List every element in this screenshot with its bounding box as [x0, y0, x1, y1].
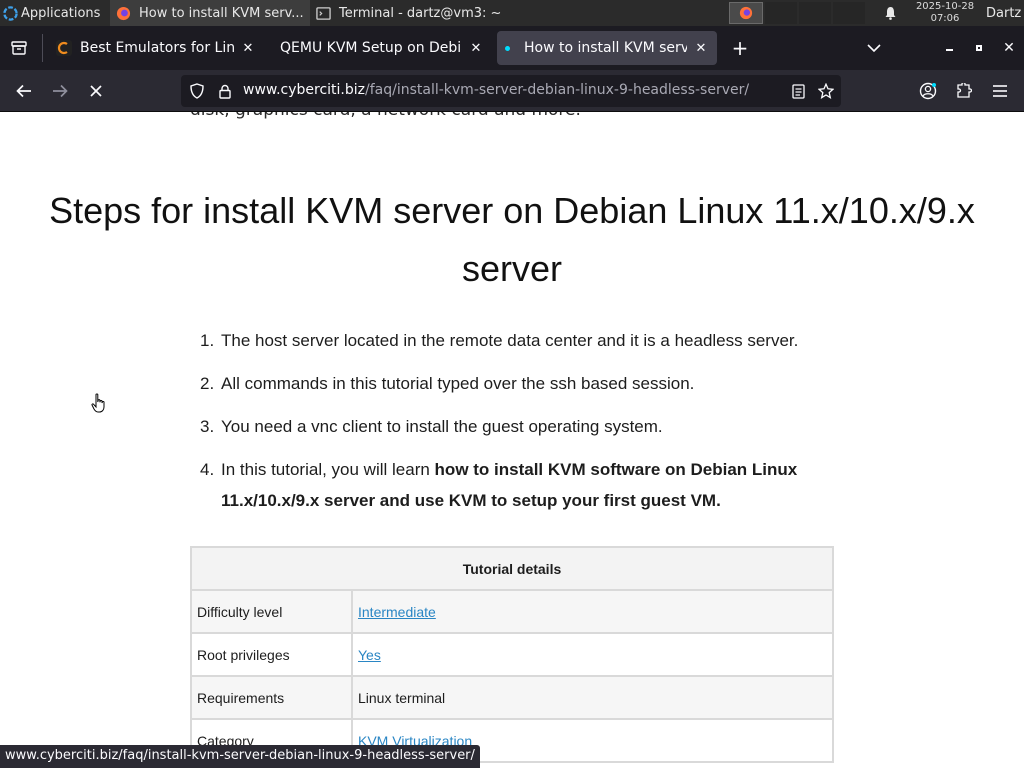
table-row: Requirements Linux terminal	[190, 675, 834, 720]
table-cell-value: Yes	[351, 632, 834, 677]
tab-label: How to install KVM server	[524, 40, 687, 56]
xfce-logo-icon	[3, 5, 18, 21]
section-heading: Steps for install KVM server on Debian L…	[49, 190, 975, 289]
hamburger-menu-icon[interactable]	[984, 75, 1016, 107]
task-label: How to install KVM serv...	[139, 5, 304, 21]
tab-how-to-install-kvm[interactable]: How to install KVM server ✕	[497, 31, 717, 65]
link-status-overlay: www.cyberciti.biz/faq/install-kvm-server…	[0, 745, 480, 768]
url-text[interactable]: www.cyberciti.biz/faq/install-kvm-server…	[243, 82, 749, 98]
tab-close-icon[interactable]: ✕	[693, 41, 709, 56]
applications-menu[interactable]: Applications ⋮	[3, 0, 118, 26]
tab-divider	[42, 34, 43, 62]
back-arrow-icon[interactable]	[8, 75, 40, 107]
task-label: Terminal - dartz@vm3: ~	[339, 5, 502, 21]
table-header: Tutorial details	[190, 546, 834, 591]
list-all-tabs-chevron-down-icon[interactable]	[860, 34, 888, 62]
maximize-icon[interactable]	[964, 26, 994, 70]
clock-date: 2025-10-28	[915, 1, 975, 12]
list-item-number: 3.	[200, 417, 215, 436]
stop-loading-icon[interactable]	[80, 75, 112, 107]
tab-close-icon[interactable]: ✕	[240, 41, 256, 56]
desktop-panel: Applications ⋮ How to install KVM serv..…	[0, 0, 1024, 26]
workspace-2[interactable]	[765, 2, 797, 24]
tracking-protection-shield-icon[interactable]	[187, 81, 207, 101]
user-menu[interactable]: Dartz	[986, 0, 1021, 26]
table-cell-label: Root privileges	[190, 632, 353, 677]
list-item-text: All commands in this tutorial typed over…	[221, 374, 695, 393]
bookmark-star-icon[interactable]	[816, 81, 836, 101]
lock-icon[interactable]	[215, 81, 235, 101]
tutorial-details-table: Tutorial details Difficulty level Interm…	[190, 546, 834, 763]
table-row: Difficulty level Intermediate	[190, 589, 834, 634]
task-terminal[interactable]: Terminal - dartz@vm3: ~	[310, 0, 510, 26]
web-page-content: disk, graphics card, a network card and …	[0, 112, 1024, 768]
table-cell-value: Linux terminal	[351, 675, 834, 720]
notification-bell-icon[interactable]	[881, 0, 899, 26]
tab-label: QEMU KVM Setup on Debian	[280, 40, 462, 56]
tab-strip: Best Emulators for Linux ✕ QEMU KVM Setu…	[0, 26, 1024, 70]
clock[interactable]: 2025-10-28 07:06	[907, 1, 983, 25]
list-item: 2. All commands in this tutorial typed o…	[200, 368, 840, 399]
difficulty-level-link[interactable]: Intermediate	[358, 604, 436, 620]
loading-dot-icon	[505, 45, 510, 51]
firefox-view-icon[interactable]	[8, 37, 30, 59]
tab-qemu-kvm-setup[interactable]: QEMU KVM Setup on Debian ✕	[272, 31, 492, 65]
list-item: 1. The host server located in the remote…	[200, 325, 840, 356]
tab-close-icon[interactable]: ✕	[468, 41, 484, 56]
firefox-icon	[116, 6, 131, 20]
table-cell-value: Intermediate	[351, 589, 834, 634]
root-privileges-link[interactable]: Yes	[358, 647, 381, 663]
site-favicon-icon	[56, 40, 72, 56]
task-firefox[interactable]: How to install KVM serv...	[110, 0, 310, 26]
terminal-icon	[316, 6, 331, 20]
url-host: www.cyberciti.biz	[243, 82, 365, 98]
list-item-text: You need a vnc client to install the gue…	[221, 417, 663, 436]
clock-time: 07:06	[930, 13, 960, 24]
url-bar[interactable]: www.cyberciti.biz/faq/install-kvm-server…	[181, 75, 841, 107]
close-window-icon[interactable]: ✕	[994, 26, 1024, 70]
list-item: 3. You need a vnc client to install the …	[200, 411, 840, 442]
new-tab-button[interactable]: +	[726, 34, 754, 62]
list-item-number: 2.	[200, 374, 215, 393]
workspace-1[interactable]	[729, 2, 763, 24]
navigation-toolbar: www.cyberciti.biz/faq/install-kvm-server…	[0, 70, 1024, 112]
list-item-number: 1.	[200, 331, 215, 350]
reader-view-icon[interactable]	[788, 81, 808, 101]
list-item-text: In this tutorial, you will learn	[221, 460, 435, 479]
minimize-icon[interactable]	[934, 26, 964, 70]
tab-label: Best Emulators for Linux	[80, 40, 234, 56]
url-path: /faq/install-kvm-server-debian-linux-9-h…	[365, 82, 750, 98]
extensions-icon[interactable]	[948, 75, 980, 107]
list-item-number: 4.	[200, 460, 215, 479]
table-cell-label: Difficulty level	[190, 589, 353, 634]
table-row: Root privileges Yes	[190, 632, 834, 677]
tab-best-emulators[interactable]: Best Emulators for Linux ✕	[48, 31, 264, 65]
table-cell-label: Requirements	[190, 675, 353, 720]
steps-list: 1. The host server located in the remote…	[200, 325, 840, 528]
workspace-4[interactable]	[833, 2, 865, 24]
hand-pointer-cursor-icon	[91, 393, 105, 413]
applications-label: Applications	[21, 5, 101, 21]
clipped-paragraph: disk, graphics card, a network card and …	[190, 112, 581, 120]
account-icon[interactable]	[912, 75, 944, 107]
workspace-3[interactable]	[799, 2, 831, 24]
firefox-icon	[739, 6, 753, 20]
forward-arrow-icon[interactable]	[44, 75, 76, 107]
list-item: 4. In this tutorial, you will learn how …	[200, 454, 840, 516]
list-item-text: The host server located in the remote da…	[221, 331, 799, 350]
